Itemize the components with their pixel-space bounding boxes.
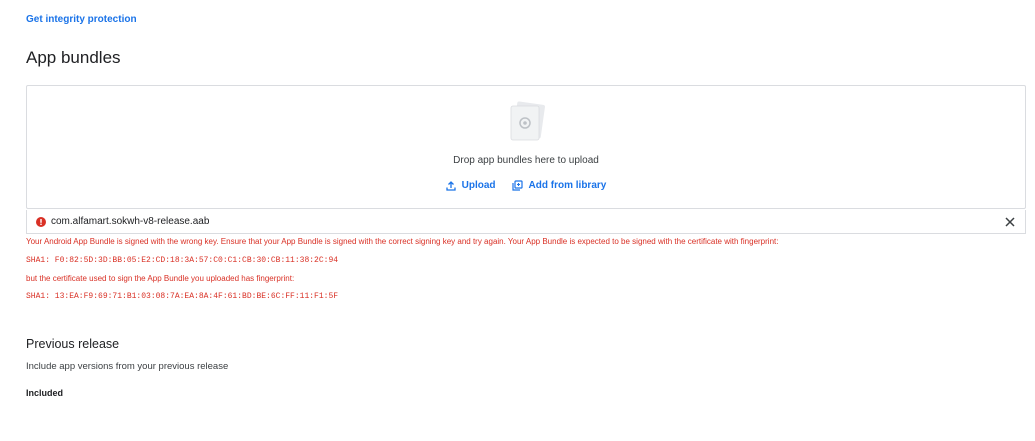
dropzone-actions: Upload Add from library (27, 178, 1025, 193)
page-title: App bundles (26, 48, 121, 67)
app-bundle-illustration-icon (510, 101, 545, 141)
library-add-icon (511, 180, 523, 191)
uploaded-fingerprint-intro: but the certificate used to sign the App… (26, 274, 295, 283)
remove-file-close-icon[interactable] (1003, 215, 1017, 229)
get-integrity-protection-link[interactable]: Get integrity protection (26, 14, 137, 25)
uploaded-fingerprint: SHA1: 13:EA:F9:69:71:B1:03:08:7A:EA:8A:4… (26, 292, 339, 301)
upload-dropzone[interactable]: Drop app bundles here to upload Upload A… (26, 85, 1026, 209)
upload-button[interactable]: Upload (446, 178, 496, 193)
uploaded-file-row: com.alfamart.sokwh-v8-release.aab (26, 210, 1026, 234)
error-message: Your Android App Bundle is signed with t… (26, 237, 779, 246)
drop-instructions: Drop app bundles here to upload (453, 155, 599, 166)
app-bundles-page: Get integrity protection App bundles Dro… (0, 0, 1035, 441)
previous-release-status: Included (26, 388, 64, 398)
add-from-library-label: Add from library (528, 180, 607, 191)
upload-icon (446, 180, 456, 191)
previous-release-title: Previous release (26, 337, 120, 351)
upload-label: Upload (461, 180, 496, 191)
error-icon (36, 216, 46, 227)
expected-fingerprint: SHA1: F0:82:5D:3D:BB:05:E2:CD:18:3A:57:C… (26, 256, 339, 265)
add-from-library-button[interactable]: Add from library (511, 178, 607, 193)
file-name: com.alfamart.sokwh-v8-release.aab (51, 216, 210, 227)
previous-release-subtitle: Include app versions from your previous … (26, 361, 229, 372)
